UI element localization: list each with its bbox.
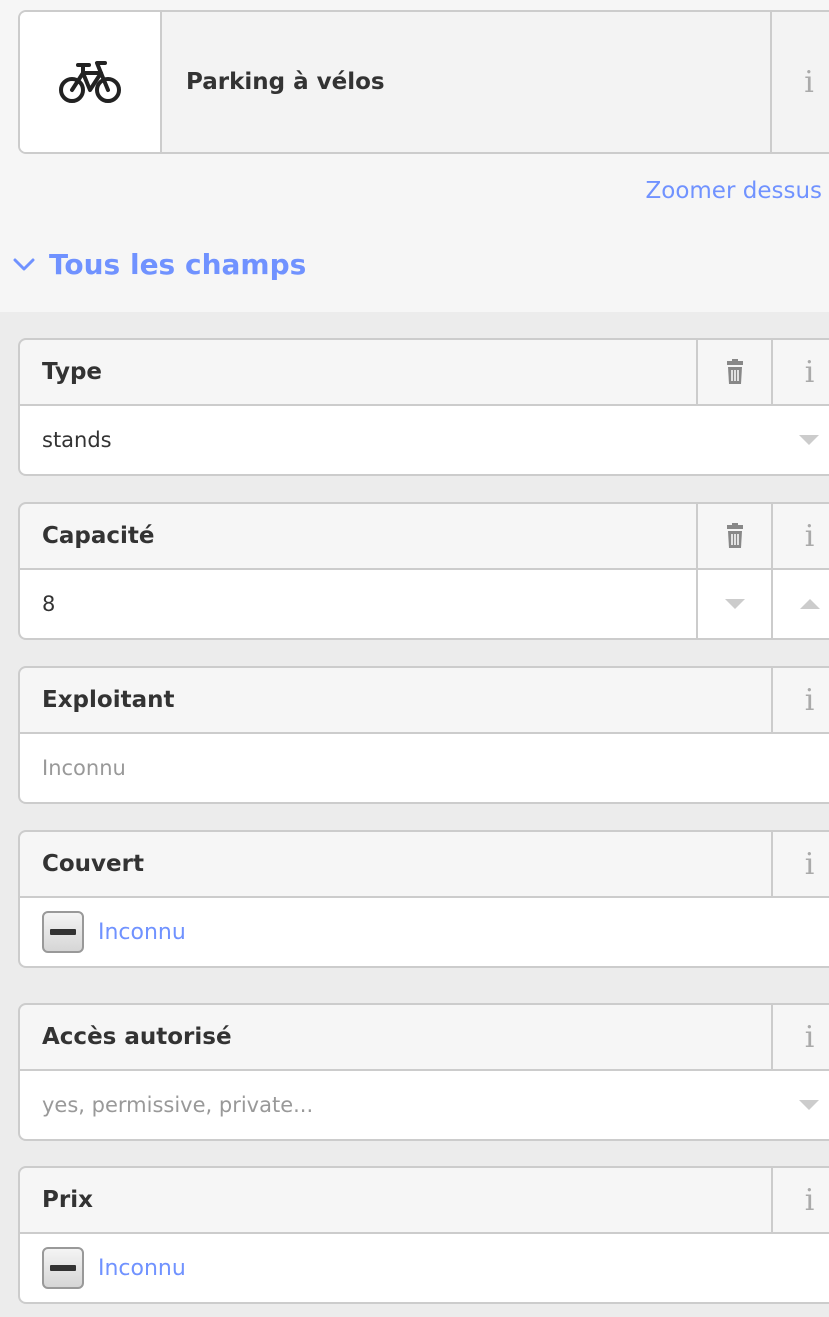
type-value: stands [42,428,112,452]
trash-icon[interactable] [696,504,771,568]
field-label-text: Type [42,359,103,385]
indeterminate-checkbox-icon [42,1247,84,1289]
chevron-down-icon [13,258,35,270]
indeterminate-checkbox-icon [42,911,84,953]
field-fee: Prix i Inconnu [18,1166,829,1304]
info-button[interactable]: i [771,668,829,732]
capacity-input[interactable]: 8 [18,570,829,640]
field-label: Type i [18,338,829,406]
field-covered: Couvert i Inconnu [18,830,829,968]
caret-down-icon[interactable] [771,435,829,445]
covered-check-field: Inconnu [18,898,829,968]
fee-checkbox[interactable]: Inconnu [20,1247,186,1289]
field-access: Accès autorisé i yes, permissive, privat… [18,1003,829,1141]
field-label-text: Prix [42,1187,93,1213]
preset-button[interactable]: Parking à vélos i [18,10,829,154]
field-label: Prix i [18,1166,829,1234]
increment-button[interactable] [771,570,829,638]
fee-check-field: Inconnu [18,1234,829,1304]
all-fields-toggle[interactable]: Tous les champs [13,248,306,281]
zoom-to-link[interactable]: Zoomer dessus [646,178,823,204]
info-button[interactable]: i [771,504,829,568]
preset-info-button[interactable]: i [772,12,829,152]
info-button[interactable]: i [771,1168,829,1232]
caret-up-icon [799,599,820,609]
field-label-text: Exploitant [42,687,175,713]
operator-placeholder: Inconnu [42,756,126,780]
all-fields-label: Tous les champs [49,248,307,281]
field-type: Type i stands [18,338,829,476]
fee-check-label: Inconnu [98,1255,186,1281]
info-button[interactable]: i [771,1005,829,1069]
decrement-button[interactable] [696,570,771,638]
capacity-value: 8 [42,592,56,616]
covered-checkbox[interactable]: Inconnu [20,911,186,953]
operator-input[interactable]: Inconnu [18,734,829,804]
field-label-text: Accès autorisé [42,1024,232,1050]
preset-name: Parking à vélos [162,12,772,152]
trash-icon[interactable] [696,340,771,404]
info-button[interactable]: i [771,340,829,404]
entity-editor: Parking à vélos i Zoomer dessus Tous les… [0,0,829,1317]
caret-down-icon [724,599,745,609]
type-combo[interactable]: stands [18,406,829,476]
field-label: Couvert i [18,830,829,898]
access-placeholder: yes, permissive, private... [42,1093,314,1117]
field-label: Accès autorisé i [18,1003,829,1071]
field-operator: Exploitant i Inconnu [18,666,829,804]
covered-check-label: Inconnu [98,919,186,945]
field-label: Exploitant i [18,666,829,734]
field-capacity: Capacité i 8 [18,502,829,640]
access-combo[interactable]: yes, permissive, private... [18,1071,829,1141]
field-label-text: Capacité [42,523,155,549]
field-label-text: Couvert [42,851,144,877]
info-button[interactable]: i [771,832,829,896]
field-label: Capacité i [18,502,829,570]
caret-down-icon[interactable] [771,1100,829,1110]
bicycle-icon [20,12,162,152]
